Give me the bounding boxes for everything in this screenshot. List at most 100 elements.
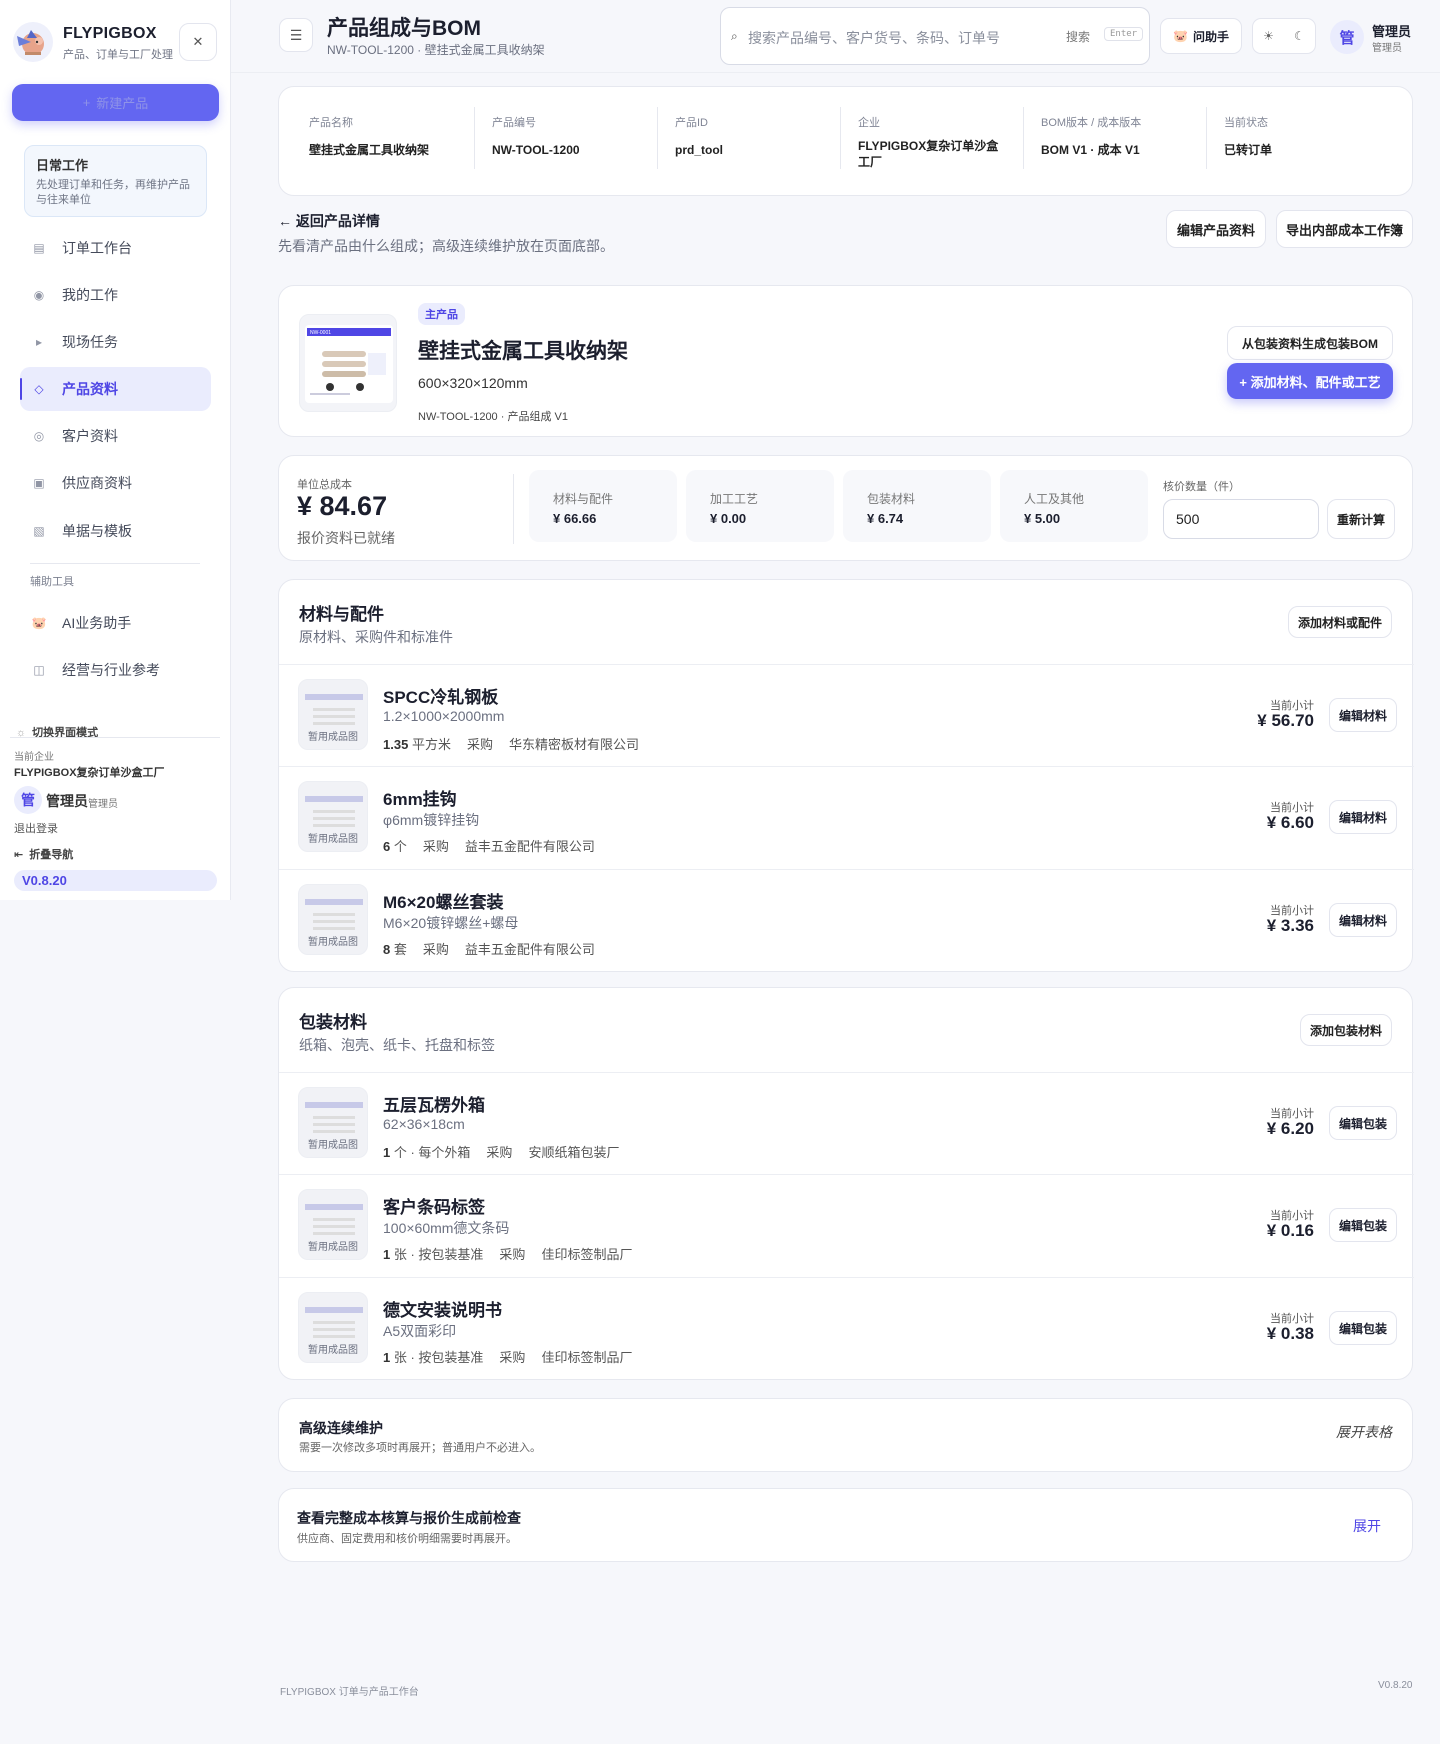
packaging-thumbnail: 暂用成品图 (298, 1189, 368, 1260)
material-meta: 8 套采购 益丰五金配件有限公司 (383, 939, 595, 958)
packaging-name: 德文安装说明书 (383, 1301, 502, 1320)
daily-work-card: 日常工作 先处理订单和任务，再维护产品与往来单位 (24, 145, 207, 217)
materials-subtitle: 原材料、采购件和标准件 (299, 629, 453, 645)
packaging-type: 采购 (499, 1247, 526, 1262)
material-meta: 6 个采购 益丰五金配件有限公司 (383, 836, 595, 855)
stat-value: ¥ 0.00 (710, 511, 747, 526)
assistant-label: 问助手 (1192, 29, 1229, 44)
full-cost-card: 查看完整成本核算与报价生成前检查 供应商、固定费用和核价明细需要时再展开。 展开 (278, 1488, 1413, 1562)
close-sidebar-button[interactable]: ✕ (179, 23, 217, 61)
info-value: BOM V1 · 成本 V1 (1041, 143, 1140, 157)
packaging-meta: 1 张 · 按包装基准 采购 佳印标签制品厂 (383, 1347, 632, 1366)
edit-material-button[interactable]: 编辑材料 (1329, 800, 1397, 834)
info-value: NW-TOOL-1200 (492, 143, 580, 157)
info-key: 产品编号 (492, 117, 536, 129)
generate-packaging-bom-button[interactable]: 从包装资料生成包装BOM (1227, 326, 1393, 360)
info-key: 当前状态 (1224, 117, 1268, 129)
product-info-card: 产品名称 壁挂式金属工具收纳架 产品编号 NW-TOOL-1200 产品ID prd_… (278, 86, 1413, 196)
thumbnail-caption: 暂用成品图 (308, 732, 358, 743)
edit-material-button[interactable]: 编辑材料 (1329, 698, 1397, 732)
sidebar-item-orders[interactable]: ▤ 订单工作台 (20, 226, 211, 270)
edit-packaging-button[interactable]: 编辑包装 (1329, 1106, 1397, 1140)
material-name: SPCC冷轧钢板 (383, 688, 499, 707)
product-size: 600×320×120mm (418, 375, 528, 391)
new-product-button[interactable]: + 新建产品 (12, 84, 219, 121)
material-thumbnail: 暂用成品图 (298, 679, 368, 750)
expand-table-button[interactable]: 展开表格 (1336, 1422, 1392, 1442)
menu-button[interactable]: ☰ (279, 18, 313, 52)
material-spec: φ6mm镀锌挂钩 (383, 812, 480, 828)
theme-toggle[interactable]: ☀ ☾ (1252, 18, 1316, 54)
subtotal-value: ¥ 6.60 (1266, 813, 1314, 832)
table-row: 暂用成品图 M6×20螺丝套装 M6×20镀锌螺丝+螺母 8 套采购 益丰五金配件… (279, 869, 1414, 972)
hatch-icon: ▧ (33, 524, 45, 538)
edit-material-button[interactable]: 编辑材料 (1329, 903, 1397, 937)
cost-summary-card: 单位总成本 ¥ 84.67 报价资料已就绪 材料与配件 ¥ 66.66 加工工艺 ¥… (278, 455, 1413, 561)
header-avatar[interactable]: 管 (1330, 20, 1364, 54)
add-packaging-button[interactable]: 添加包装材料 (1300, 1014, 1392, 1046)
sidebar-item-label: AI业务助手 (62, 615, 132, 631)
sidebar-item-field-tasks[interactable]: ▸ 现场任务 (20, 320, 211, 364)
collapse-nav-button[interactable]: ⇤ 折叠导航 (14, 846, 73, 862)
material-meta: 1.35 平方米 采购 华东精密板材有限公司 (383, 734, 639, 753)
thumbnail-caption: 暂用成品图 (308, 1345, 358, 1356)
edit-product-button[interactable]: 编辑产品资料 (1166, 210, 1266, 248)
edit-packaging-button[interactable]: 编辑包装 (1329, 1311, 1397, 1345)
version-badge: V0.8.20 (14, 870, 217, 891)
unit-cost-label: 单位总成本 (297, 479, 352, 491)
collapse-icon: ⇤ (14, 849, 24, 861)
info-key: 企业 (858, 117, 880, 129)
material-type: 采购 (466, 737, 493, 752)
thumbnail-caption: 暂用成品图 (308, 1140, 358, 1151)
edit-packaging-button[interactable]: 编辑包装 (1329, 1208, 1397, 1242)
packaging-unit: 个 · 每个外箱 (393, 1145, 471, 1160)
table-row: 暂用成品图 SPCC冷轧钢板 1.2×1000×2000mm 1.35 平方米采… (279, 664, 1414, 766)
sidebar-item-label: 供应商资料 (62, 475, 132, 491)
moon-icon: ☾ (1294, 29, 1305, 43)
page-title: 产品组成与BOM (327, 17, 481, 40)
sidebar-divider (30, 563, 200, 564)
material-thumbnail: 暂用成品图 (298, 781, 368, 852)
sidebar-item-documents[interactable]: ▧ 单据与模板 (20, 509, 211, 553)
packaging-unit: 张 · 按包装基准 (393, 1350, 484, 1365)
logout-link[interactable]: 退出登录 (14, 820, 58, 836)
stat-value: ¥ 6.74 (867, 511, 904, 526)
add-material-part-button[interactable]: 添加材料或配件 (1288, 606, 1392, 638)
sidebar-item-products[interactable]: ◇ 产品资料 (20, 367, 211, 411)
info-product-code: 产品编号 NW-TOOL-1200 (462, 87, 645, 195)
quote-qty-input[interactable] (1163, 499, 1319, 539)
assistant-button[interactable]: 🐷 问助手 (1160, 18, 1242, 54)
sidebar-item-customers[interactable]: ◎ 客户资料 (20, 414, 211, 458)
recalculate-button[interactable]: 重新计算 (1327, 499, 1395, 539)
packaging-spec: A5双面彩印 (383, 1323, 457, 1339)
material-name: 6mm挂钩 (383, 790, 457, 809)
thumbnail-caption: 暂用成品图 (308, 834, 358, 845)
expand-button[interactable]: 展开 (1353, 1516, 1381, 1536)
packaging-name: 客户条码标签 (383, 1198, 485, 1217)
back-to-product-link[interactable]: ← 返回产品详情 (278, 211, 380, 231)
product-summary-card: NW-0001 主产品 壁挂式金属工具收纳架 600×320×120mm NW-… (278, 285, 1413, 437)
sidebar-item-suppliers[interactable]: ▣ 供应商资料 (20, 461, 211, 505)
stat-key: 人工及其他 (1024, 492, 1085, 506)
subtotal-value: ¥ 6.20 (1266, 1119, 1314, 1138)
sidebar-item-my-work[interactable]: ◉ 我的工作 (20, 273, 211, 317)
footer-version: V0.8.20 (1378, 1680, 1413, 1691)
page-subtitle: NW-TOOL-1200 · 壁挂式金属工具收纳架 (327, 43, 545, 57)
sidebar: FLYPIGBOX 产品、订单与工厂处理 ✕ + 新建产品 日常工作 先处理订单和… (0, 0, 231, 900)
stat-key: 加工工艺 (710, 492, 759, 506)
close-icon: ✕ (192, 34, 204, 49)
packaging-meta: 1 张 · 按包装基准 采购 佳印标签制品厂 (383, 1244, 632, 1263)
info-value: 已转订单 (1224, 143, 1273, 157)
stat-packaging: 包装材料 ¥ 6.74 (843, 470, 991, 542)
search-input[interactable]: ⌕ 搜索产品编号、客户货号、条码、订单号 搜索 Enter (720, 7, 1150, 65)
info-status: 当前状态 已转订单 (1194, 87, 1377, 195)
sidebar-item-reference[interactable]: ◫ 经营与行业参考 (20, 648, 211, 692)
material-thumbnail: 暂用成品图 (298, 884, 368, 955)
export-workbook-button[interactable]: 导出内部成本工作簿 (1276, 210, 1413, 248)
add-material-button[interactable]: + 添加材料、配件或工艺 (1227, 363, 1393, 399)
full-cost-title: 查看完整成本核算与报价生成前检查 (297, 1510, 521, 1526)
search-button[interactable]: 搜索 (1066, 28, 1090, 45)
diamond-icon: ◇ (34, 382, 44, 396)
stat-labor: 人工及其他 ¥ 5.00 (1000, 470, 1148, 542)
sidebar-item-ai-assistant[interactable]: 🐷 AI业务助手 (20, 601, 211, 645)
